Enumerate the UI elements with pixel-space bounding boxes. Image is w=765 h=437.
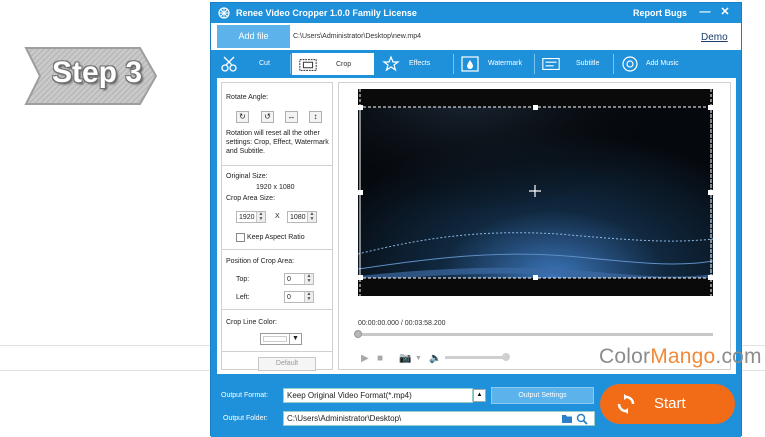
tab-add-music-label: Add Music bbox=[646, 60, 679, 67]
tab-crop-label: Crop bbox=[336, 61, 352, 68]
progress-slider[interactable] bbox=[357, 333, 713, 336]
top-value: 0 bbox=[287, 276, 291, 283]
start-label: Start bbox=[654, 395, 686, 412]
stepper-arrows-icon[interactable]: ▲ ▼ bbox=[304, 274, 313, 284]
original-size-label: Original Size: bbox=[226, 173, 268, 180]
file-bar: Add file C:\Users\Administrator\Desktop\… bbox=[211, 23, 741, 50]
demo-link[interactable]: Demo bbox=[701, 32, 728, 43]
volume-icon[interactable]: 🔈 bbox=[429, 353, 441, 364]
tab-watermark[interactable]: Watermark bbox=[454, 52, 534, 76]
flip-horizontal-button[interactable]: ↔ bbox=[285, 111, 298, 123]
chevron-up-icon[interactable]: ▲ bbox=[473, 389, 486, 402]
tab-effects[interactable]: Effects bbox=[375, 52, 453, 76]
rotate-note: Rotation will reset all the other settin… bbox=[226, 130, 329, 155]
panel-divider bbox=[222, 165, 332, 166]
rotate-left-button[interactable]: ↺ bbox=[261, 111, 274, 123]
original-size-value: 1920 x 1080 bbox=[256, 184, 295, 191]
watermark-part-2: Mango bbox=[650, 345, 716, 368]
crop-area-size-label: Crop Area Size: bbox=[226, 195, 276, 202]
music-icon bbox=[622, 56, 638, 72]
watermark-icon bbox=[461, 56, 479, 72]
folder-icon[interactable] bbox=[561, 413, 573, 424]
chevron-down-icon[interactable]: ▼ bbox=[289, 334, 301, 344]
watermark-part-3: .com bbox=[715, 345, 762, 368]
top-label: Top: bbox=[236, 276, 250, 283]
tab-subtitle[interactable]: Subtitle bbox=[535, 52, 613, 76]
crop-width-value: 1920 bbox=[239, 214, 255, 221]
stepper-arrows-icon[interactable]: ▲ ▼ bbox=[307, 212, 316, 222]
output-format-label: Output Format: bbox=[221, 392, 269, 399]
top-stepper[interactable]: 0 ▲ ▼ bbox=[284, 273, 314, 285]
playback-time: 00:00:00.000 / 00:03:58.200 bbox=[358, 320, 446, 327]
panel-divider bbox=[222, 309, 332, 310]
preview-panel: 00:00:00.000 / 00:03:58.200 ▶ ■ 📷 ▼ 🔈 bbox=[338, 82, 731, 370]
tab-subtitle-label: Subtitle bbox=[576, 60, 600, 67]
left-label: Left: bbox=[236, 294, 250, 301]
left-stepper[interactable]: 0 ▲ ▼ bbox=[284, 291, 314, 303]
file-path: C:\Users\Administrator\Desktop\new.mp4 bbox=[293, 33, 421, 40]
minimize-icon[interactable]: — bbox=[699, 6, 711, 18]
stepper-arrows-icon[interactable]: ▲ ▼ bbox=[304, 292, 313, 302]
close-icon[interactable]: ✕ bbox=[719, 6, 731, 18]
output-folder-input[interactable]: C:\Users\Administrator\Desktop\ bbox=[283, 411, 595, 426]
position-label: Position of Crop Area: bbox=[226, 258, 295, 265]
play-icon[interactable]: ▶ bbox=[361, 353, 369, 364]
crop-line-color-select[interactable]: ▼ bbox=[260, 333, 302, 345]
crop-icon bbox=[299, 59, 317, 71]
start-button[interactable]: Start bbox=[600, 384, 735, 424]
tab-crop[interactable]: Crop bbox=[291, 52, 375, 76]
volume-slider[interactable] bbox=[445, 356, 505, 359]
tool-tabs: Cut Crop Effects Watermark Subtitle Add … bbox=[211, 50, 741, 77]
crop-size-separator: X bbox=[275, 213, 280, 220]
progress-handle[interactable] bbox=[354, 330, 362, 338]
report-bugs-link[interactable]: Report Bugs bbox=[633, 8, 687, 18]
crop-width-stepper[interactable]: 1920 ▲ ▼ bbox=[236, 211, 266, 223]
tab-cut[interactable]: Cut bbox=[213, 52, 289, 76]
rotate-angle-label: Rotate Angle: bbox=[226, 94, 269, 101]
app-logo-icon bbox=[218, 7, 230, 19]
add-file-button[interactable]: Add file bbox=[217, 25, 290, 48]
site-watermark: ColorMango.com bbox=[599, 345, 762, 369]
stop-icon[interactable]: ■ bbox=[377, 353, 383, 364]
convert-icon bbox=[617, 394, 635, 414]
chevron-down-icon[interactable]: ▼ bbox=[415, 355, 422, 362]
effects-icon bbox=[382, 55, 400, 72]
tab-watermark-label: Watermark bbox=[488, 60, 522, 67]
default-button[interactable]: Default bbox=[258, 357, 316, 371]
subtitle-icon bbox=[542, 58, 560, 70]
output-format-select[interactable]: Keep Original Video Format(*.mp4) bbox=[283, 388, 473, 403]
step-badge: Step 3 bbox=[22, 42, 162, 110]
crop-height-stepper[interactable]: 1080 ▲ ▼ bbox=[287, 211, 317, 223]
title-bar: Renee Video Cropper 1.0.0 Family License… bbox=[211, 3, 741, 23]
tab-cut-label: Cut bbox=[259, 60, 270, 67]
watermark-part-1: Color bbox=[599, 345, 651, 368]
step-label: Step 3 bbox=[52, 56, 143, 89]
tab-effects-label: Effects bbox=[409, 60, 431, 67]
output-bar: Output Format: Keep Original Video Forma… bbox=[211, 375, 741, 437]
search-icon[interactable] bbox=[576, 413, 588, 425]
crop-settings-panel: Rotate Angle: ↻ ↺ ↔ ↕ Rotation will rese… bbox=[221, 82, 333, 371]
panel-divider bbox=[222, 249, 332, 250]
video-preview[interactable] bbox=[358, 89, 713, 296]
color-swatch bbox=[263, 336, 287, 342]
cut-icon bbox=[221, 56, 237, 72]
output-settings-button[interactable]: Output Settings bbox=[491, 387, 594, 404]
left-value: 0 bbox=[287, 294, 291, 301]
keep-aspect-checkbox[interactable] bbox=[236, 233, 245, 242]
flip-vertical-button[interactable]: ↕ bbox=[309, 111, 322, 123]
video-frame bbox=[358, 89, 713, 296]
rotate-right-button[interactable]: ↻ bbox=[236, 111, 249, 123]
app-window: Renee Video Cropper 1.0.0 Family License… bbox=[210, 2, 742, 437]
volume-handle[interactable] bbox=[502, 353, 510, 361]
keep-aspect-label: Keep Aspect Ratio bbox=[247, 234, 305, 241]
camera-icon[interactable]: 📷 bbox=[399, 353, 411, 364]
main-content: Rotate Angle: ↻ ↺ ↔ ↕ Rotation will rese… bbox=[217, 78, 736, 374]
crop-line-color-label: Crop Line Color: bbox=[226, 319, 277, 326]
stepper-arrows-icon[interactable]: ▲ ▼ bbox=[256, 212, 265, 222]
panel-divider bbox=[222, 351, 332, 352]
app-title: Renee Video Cropper 1.0.0 Family License bbox=[236, 8, 417, 18]
output-folder-label: Output Folder: bbox=[223, 415, 268, 422]
crop-height-value: 1080 bbox=[290, 214, 306, 221]
tab-add-music[interactable]: Add Music bbox=[614, 52, 692, 76]
